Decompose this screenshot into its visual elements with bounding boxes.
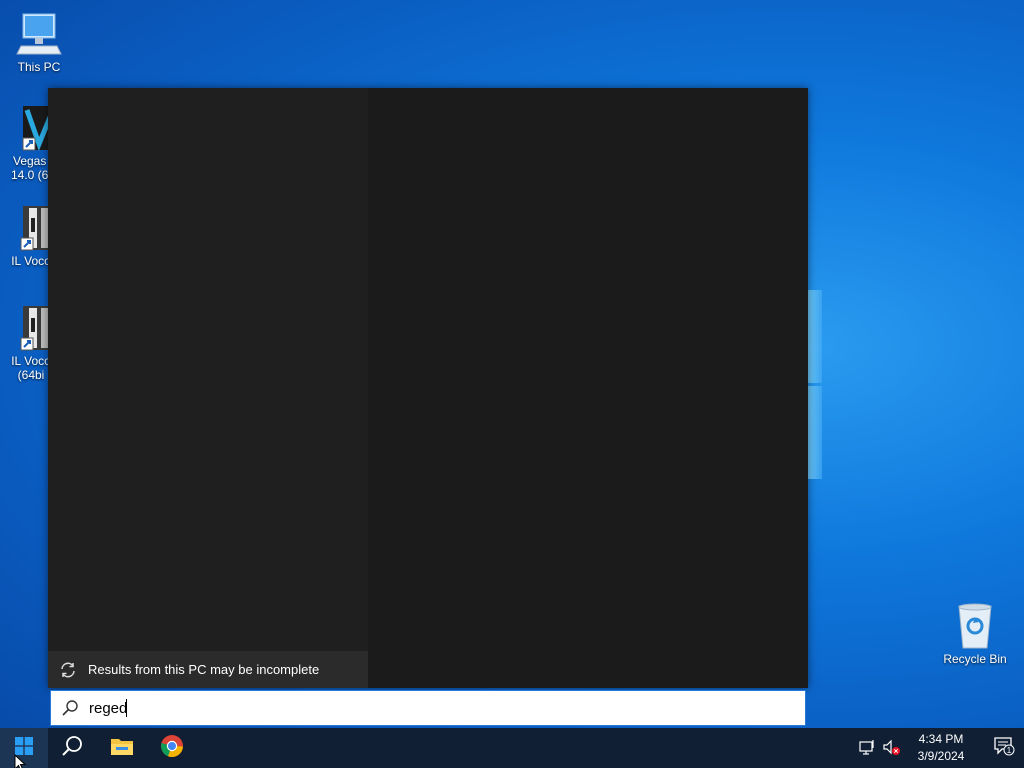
search-results-panel: Results from this PC may be incomplete [48,88,808,688]
search-box[interactable]: reged [50,690,806,726]
search-results-list: Results from this PC may be incomplete [48,88,368,688]
desktop-icon-label: This PC [17,60,61,74]
wallpaper-beam [806,386,822,479]
results-incomplete-notice[interactable]: Results from this PC may be incomplete [48,651,368,688]
desktop-icon-this-pc[interactable]: This PC [2,10,76,74]
chrome-button[interactable] [148,728,196,768]
notification-icon: 1 [993,736,1015,761]
file-explorer-button[interactable] [98,728,146,768]
network-icon[interactable] [856,728,880,768]
taskbar-clock[interactable]: 4:34 PM 3/9/2024 [910,731,972,765]
clock-time: 4:34 PM [918,732,964,746]
desktop-icon-label: Recycle Bin [943,652,1007,666]
notice-text: Results from this PC may be incomplete [88,662,320,677]
volume-muted-icon[interactable] [880,728,904,768]
taskbar-search-button[interactable] [48,728,96,768]
search-icon [61,699,79,717]
file-explorer-icon [110,736,134,761]
search-icon [61,735,83,762]
computer-icon [15,10,63,58]
text-caret [126,699,128,717]
action-center-button[interactable]: 1 [984,728,1024,768]
notification-count: 1 [1007,746,1012,755]
desktop: This PC Vegas I 14.0 (64 IL Voco [0,0,1024,768]
clock-date: 3/9/2024 [917,749,965,763]
search-preview-pane [368,88,808,688]
recycle-bin-icon [951,602,999,650]
wallpaper-beam [806,290,822,383]
system-tray: 4:34 PM 3/9/2024 1 [856,728,1024,768]
mouse-cursor [14,753,27,768]
desktop-icon-recycle-bin[interactable]: Recycle Bin [938,602,1012,666]
chrome-icon [160,734,184,763]
taskbar: 4:34 PM 3/9/2024 1 [0,728,1024,768]
sync-icon [58,660,78,680]
search-input[interactable]: reged [89,700,127,717]
